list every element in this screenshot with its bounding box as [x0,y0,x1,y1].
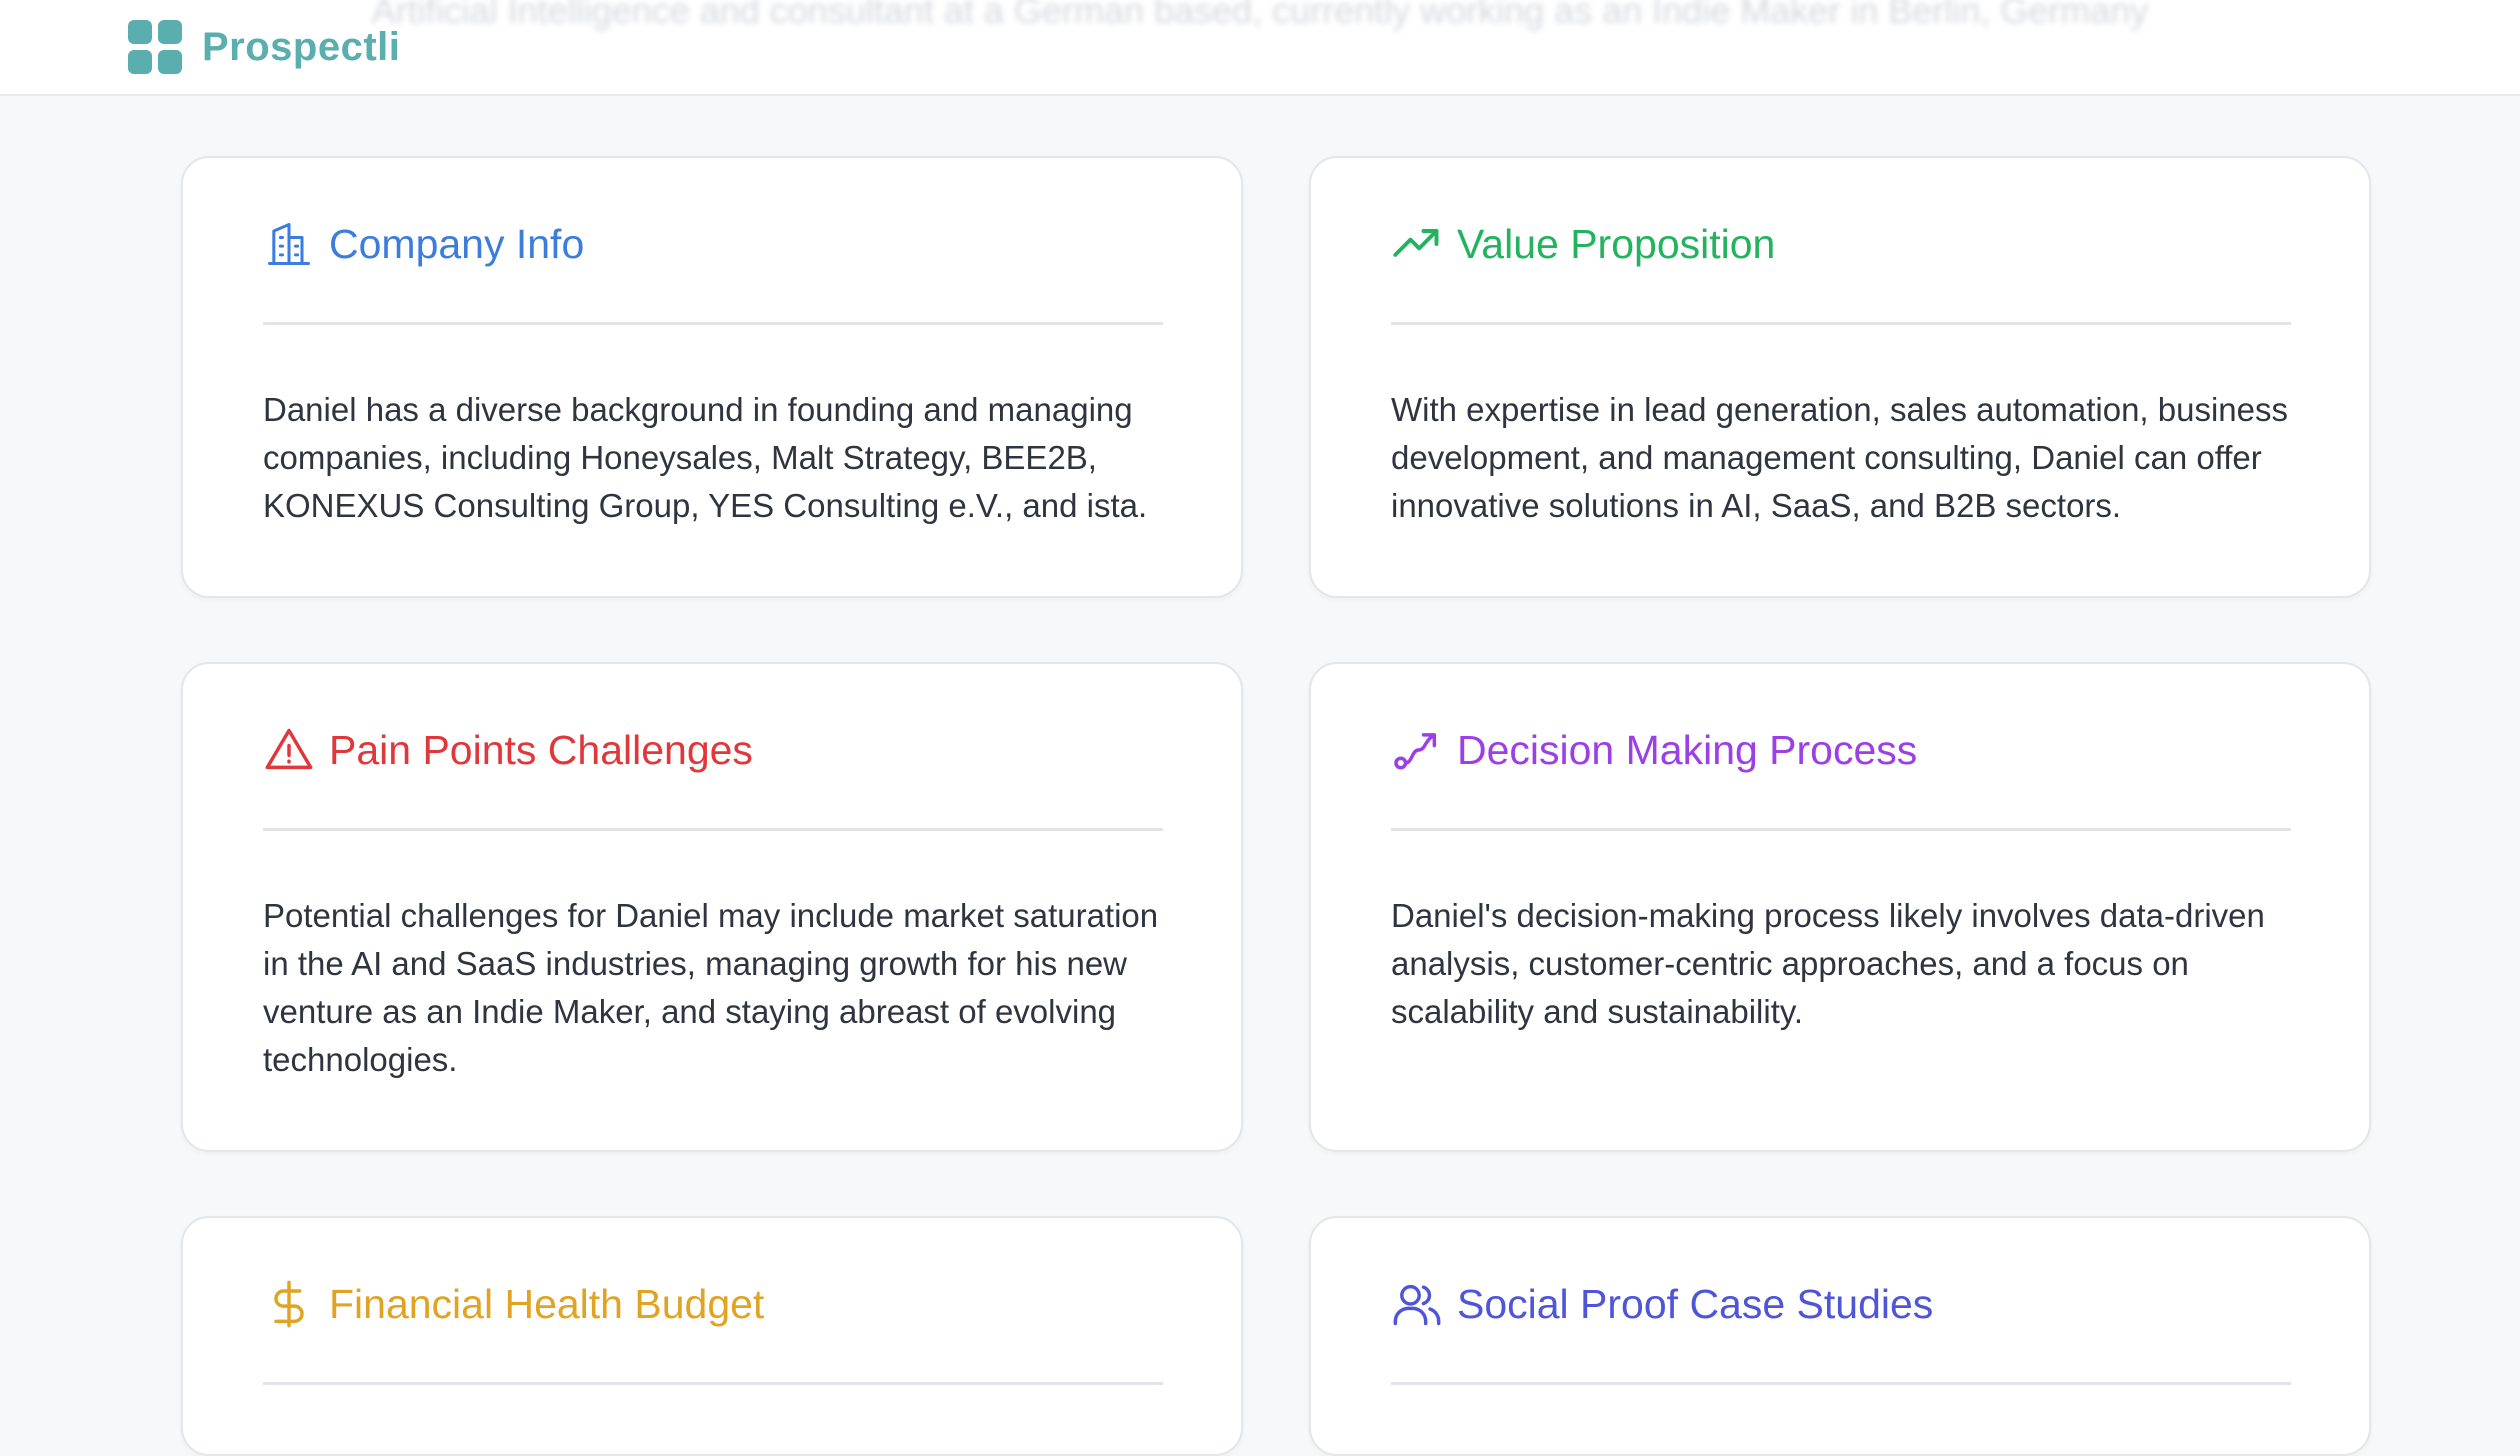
card-social-proof: Social Proof Case Studies [1309,1216,2371,1456]
card-financial-health: Financial Health Budget [181,1216,1243,1456]
card-title: Social Proof Case Studies [1457,1281,1934,1327]
top-header: Artificial Intelligence and consultant a… [0,0,2520,96]
card-header: Pain Points Challenges [263,722,753,778]
divider [1391,828,2291,831]
card-body: Daniel's decision-making process likely … [1391,897,2265,1030]
card-title: Decision Making Process [1457,727,1918,773]
card-body: Potential challenges for Daniel may incl… [263,897,1159,1078]
divider [263,828,1163,831]
route-icon [1394,733,1437,770]
divider [263,1382,1163,1385]
card-company-info: Company Info Daniel has a diverse backgr… [181,156,1243,598]
divider [1391,322,2291,325]
card-title: Financial Health Budget [329,1281,765,1327]
dollar-icon [274,1280,304,1328]
divider [1391,1382,2291,1385]
divider [263,322,1163,325]
brand-logo[interactable]: Prospectli [128,20,400,74]
card-decision-making: Decision Making Process Daniel's decisio… [1309,662,2371,1152]
card-header: Company Info [263,216,584,272]
card-body: Daniel has a diverse background in found… [263,391,1148,524]
brand-name: Prospectli [202,24,401,69]
card-title: Pain Points Challenges [329,727,753,773]
card-header: Social Proof Case Studies [1391,1276,1933,1332]
card-title: Value Proposition [1457,221,1776,267]
card-header: Decision Making Process [1391,722,1917,778]
card-header: Value Proposition [1391,216,1775,272]
card-value-proposition: Value Proposition With expertise in lead… [1309,156,2371,598]
users-icon [1393,1284,1441,1326]
card-title: Company Info [329,221,585,267]
card-body: With expertise in lead generation, sales… [1391,391,2289,524]
building-icon [267,222,311,266]
warning-triangle-icon [265,728,313,770]
logo-grid-icon [128,20,182,74]
card-pain-points: Pain Points Challenges Potential challen… [181,662,1243,1152]
card-header: Financial Health Budget [263,1276,764,1332]
trending-up-icon [1393,229,1439,257]
